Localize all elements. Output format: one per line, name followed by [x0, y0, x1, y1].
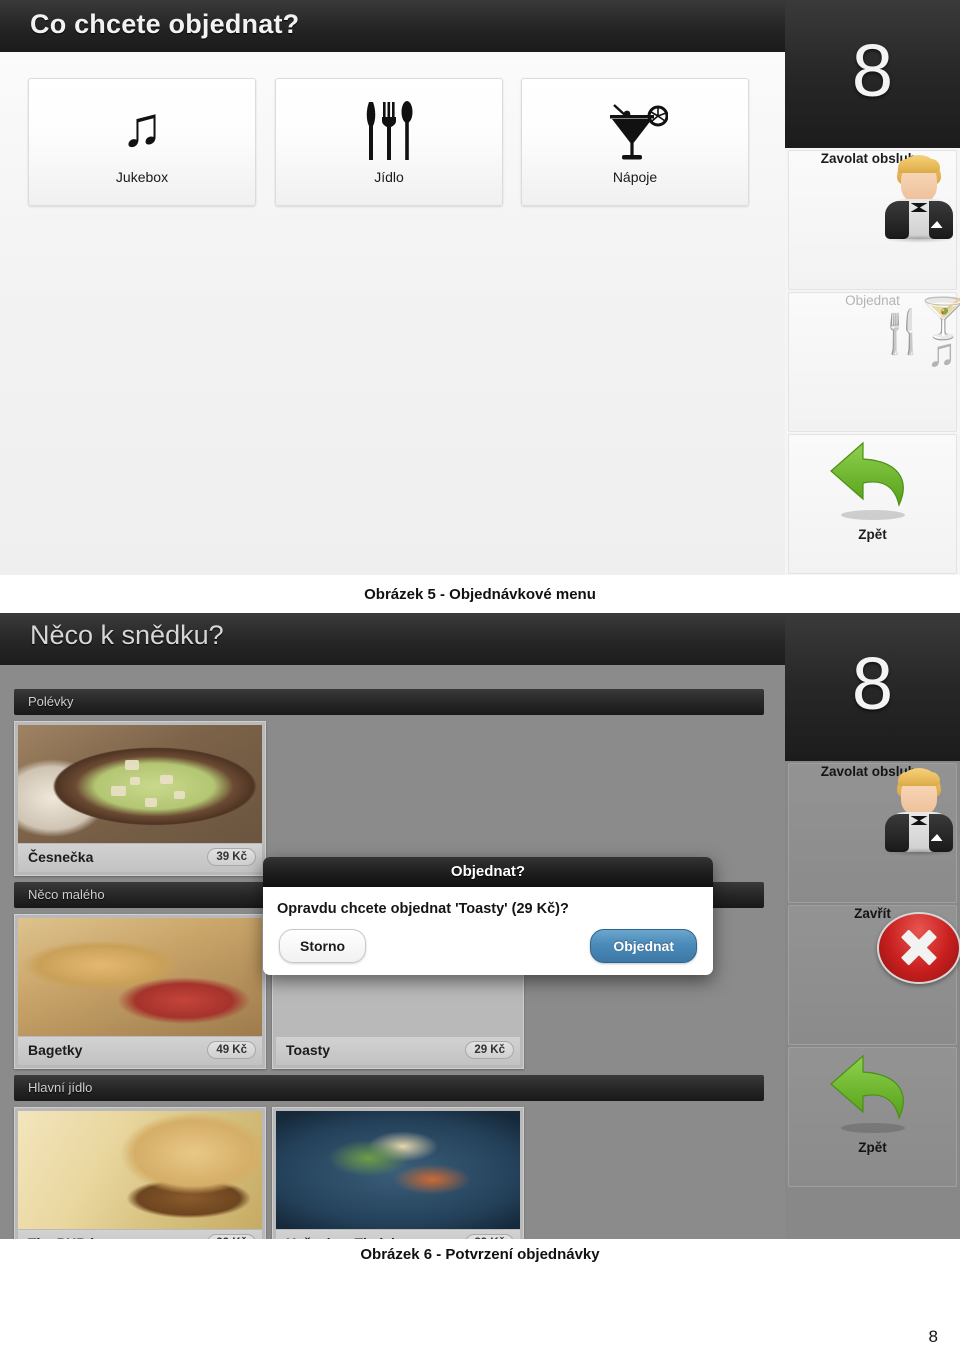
menu-item-bar: The PUB burger 99 Kč: [18, 1230, 262, 1239]
app-title-bar: Něco k snědku?: [0, 613, 785, 665]
app-title-bar: Co chcete objednat?: [0, 0, 785, 53]
dialog-message: Opravdu chcete objednat 'Toasty' (29 Kč)…: [277, 901, 569, 917]
menu-button-napoje[interactable]: Nápoje: [521, 78, 749, 206]
menu-item-card[interactable]: The PUB burger 99 Kč: [14, 1107, 266, 1239]
table-number-display: 8: [785, 613, 960, 761]
sidebar-item-call-waiter[interactable]: Zavolat obsluhu: [788, 763, 957, 903]
table-number-display: 8: [785, 0, 960, 148]
menu-button-jukebox-label: Jukebox: [115, 169, 169, 185]
dialog-buttons: Storno Objednat: [263, 929, 713, 969]
menu-item-price: 49 Kč: [207, 1041, 256, 1059]
menu-item-card[interactable]: Kuřecí po Thajsku 89 Kč: [272, 1107, 524, 1239]
menu-item-name: Česnečka: [28, 849, 94, 865]
menu-item-card[interactable]: Bagetky 49 Kč: [14, 914, 266, 1069]
menu-button-napoje-label: Nápoje: [612, 169, 658, 185]
cancel-button[interactable]: Storno: [279, 929, 367, 963]
menu-item-name: Kuřecí po Thajsku: [286, 1235, 407, 1239]
sidebar-item-call-waiter[interactable]: Zavolat obsluhu: [788, 150, 957, 290]
menu-item-bar: Bagetky 49 Kč: [18, 1037, 262, 1065]
sidebar-item-back[interactable]: Zpět: [788, 1047, 957, 1187]
menu-item-price: 99 Kč: [207, 1234, 256, 1239]
confirmation-dialog: Objednat? Opravdu chcete objednat 'Toast…: [263, 857, 713, 975]
menu-button-jukebox[interactable]: ♫ Jukebox: [28, 78, 256, 206]
menu-item-bar: Česnečka 39 Kč: [18, 844, 262, 872]
cutlery-icon: [276, 85, 502, 169]
sidebar-item-order[interactable]: 🍴 🍸 ♫ Objednat: [788, 292, 960, 432]
menu-item-name: Bagetky: [28, 1042, 83, 1058]
page-title: Co chcete objednat?: [30, 9, 300, 39]
thai-chicken-photo: [276, 1111, 520, 1229]
music-note-icon: ♫: [121, 95, 163, 158]
sidebar: 8 Zavolat obsluhu 🍴 🍸 ♫ Objednat Zpět: [785, 0, 960, 575]
section-header-hlavni-jidlo: Hlavní jídlo: [14, 1075, 764, 1101]
sidebar-item-close[interactable]: Zavřít: [788, 905, 960, 1045]
back-arrow-icon: [789, 1048, 956, 1140]
back-arrow-icon: [789, 435, 956, 527]
sidebar: 8 Zavolat obsluhu Zavřít Zpět: [785, 613, 960, 1239]
menu-item-price: 89 Kč: [465, 1234, 514, 1239]
menu-item-price: 29 Kč: [465, 1041, 514, 1059]
section-header-polevky: Polévky: [14, 689, 764, 715]
figure-1-caption: Obrázek 5 - Objednávkové menu: [364, 586, 596, 603]
menu-item-name: The PUB burger: [28, 1235, 135, 1239]
cocktail-icon: [522, 85, 748, 169]
dialog-title: Objednat?: [263, 857, 713, 887]
menu-item-name: Toasty: [286, 1042, 331, 1058]
menu-item-price: 39 Kč: [207, 848, 256, 866]
sidebar-item-back-label: Zpět: [858, 527, 887, 542]
figure-2-caption: Obrázek 6 - Potvrzení objednávky: [360, 1246, 600, 1263]
menu-item-card[interactable]: Česnečka 39 Kč: [14, 721, 266, 876]
main-content-area: ♫ Jukebox Jídlo Nápoje: [0, 52, 785, 575]
menu-item-bar: Toasty 29 Kč: [276, 1037, 520, 1065]
garlic-soup-photo: [18, 725, 262, 843]
menu-button-jidlo[interactable]: Jídlo: [275, 78, 503, 206]
page-number: 8: [928, 1327, 938, 1346]
confirm-order-button[interactable]: Objednat: [590, 929, 697, 963]
baguette-photo: [18, 918, 262, 1036]
sidebar-item-back-label: Zpět: [858, 1140, 887, 1155]
burger-fries-photo: [18, 1111, 262, 1229]
menu-item-bar: Kuřecí po Thajsku 89 Kč: [276, 1230, 520, 1239]
figure-1-screenshot: Co chcete objednat? ♫ Jukebox Jídlo Nápo…: [0, 0, 960, 575]
sidebar-item-back[interactable]: Zpět: [788, 434, 957, 574]
menu-button-jidlo-label: Jídlo: [374, 169, 404, 185]
page-title: Něco k snědku?: [30, 620, 224, 650]
